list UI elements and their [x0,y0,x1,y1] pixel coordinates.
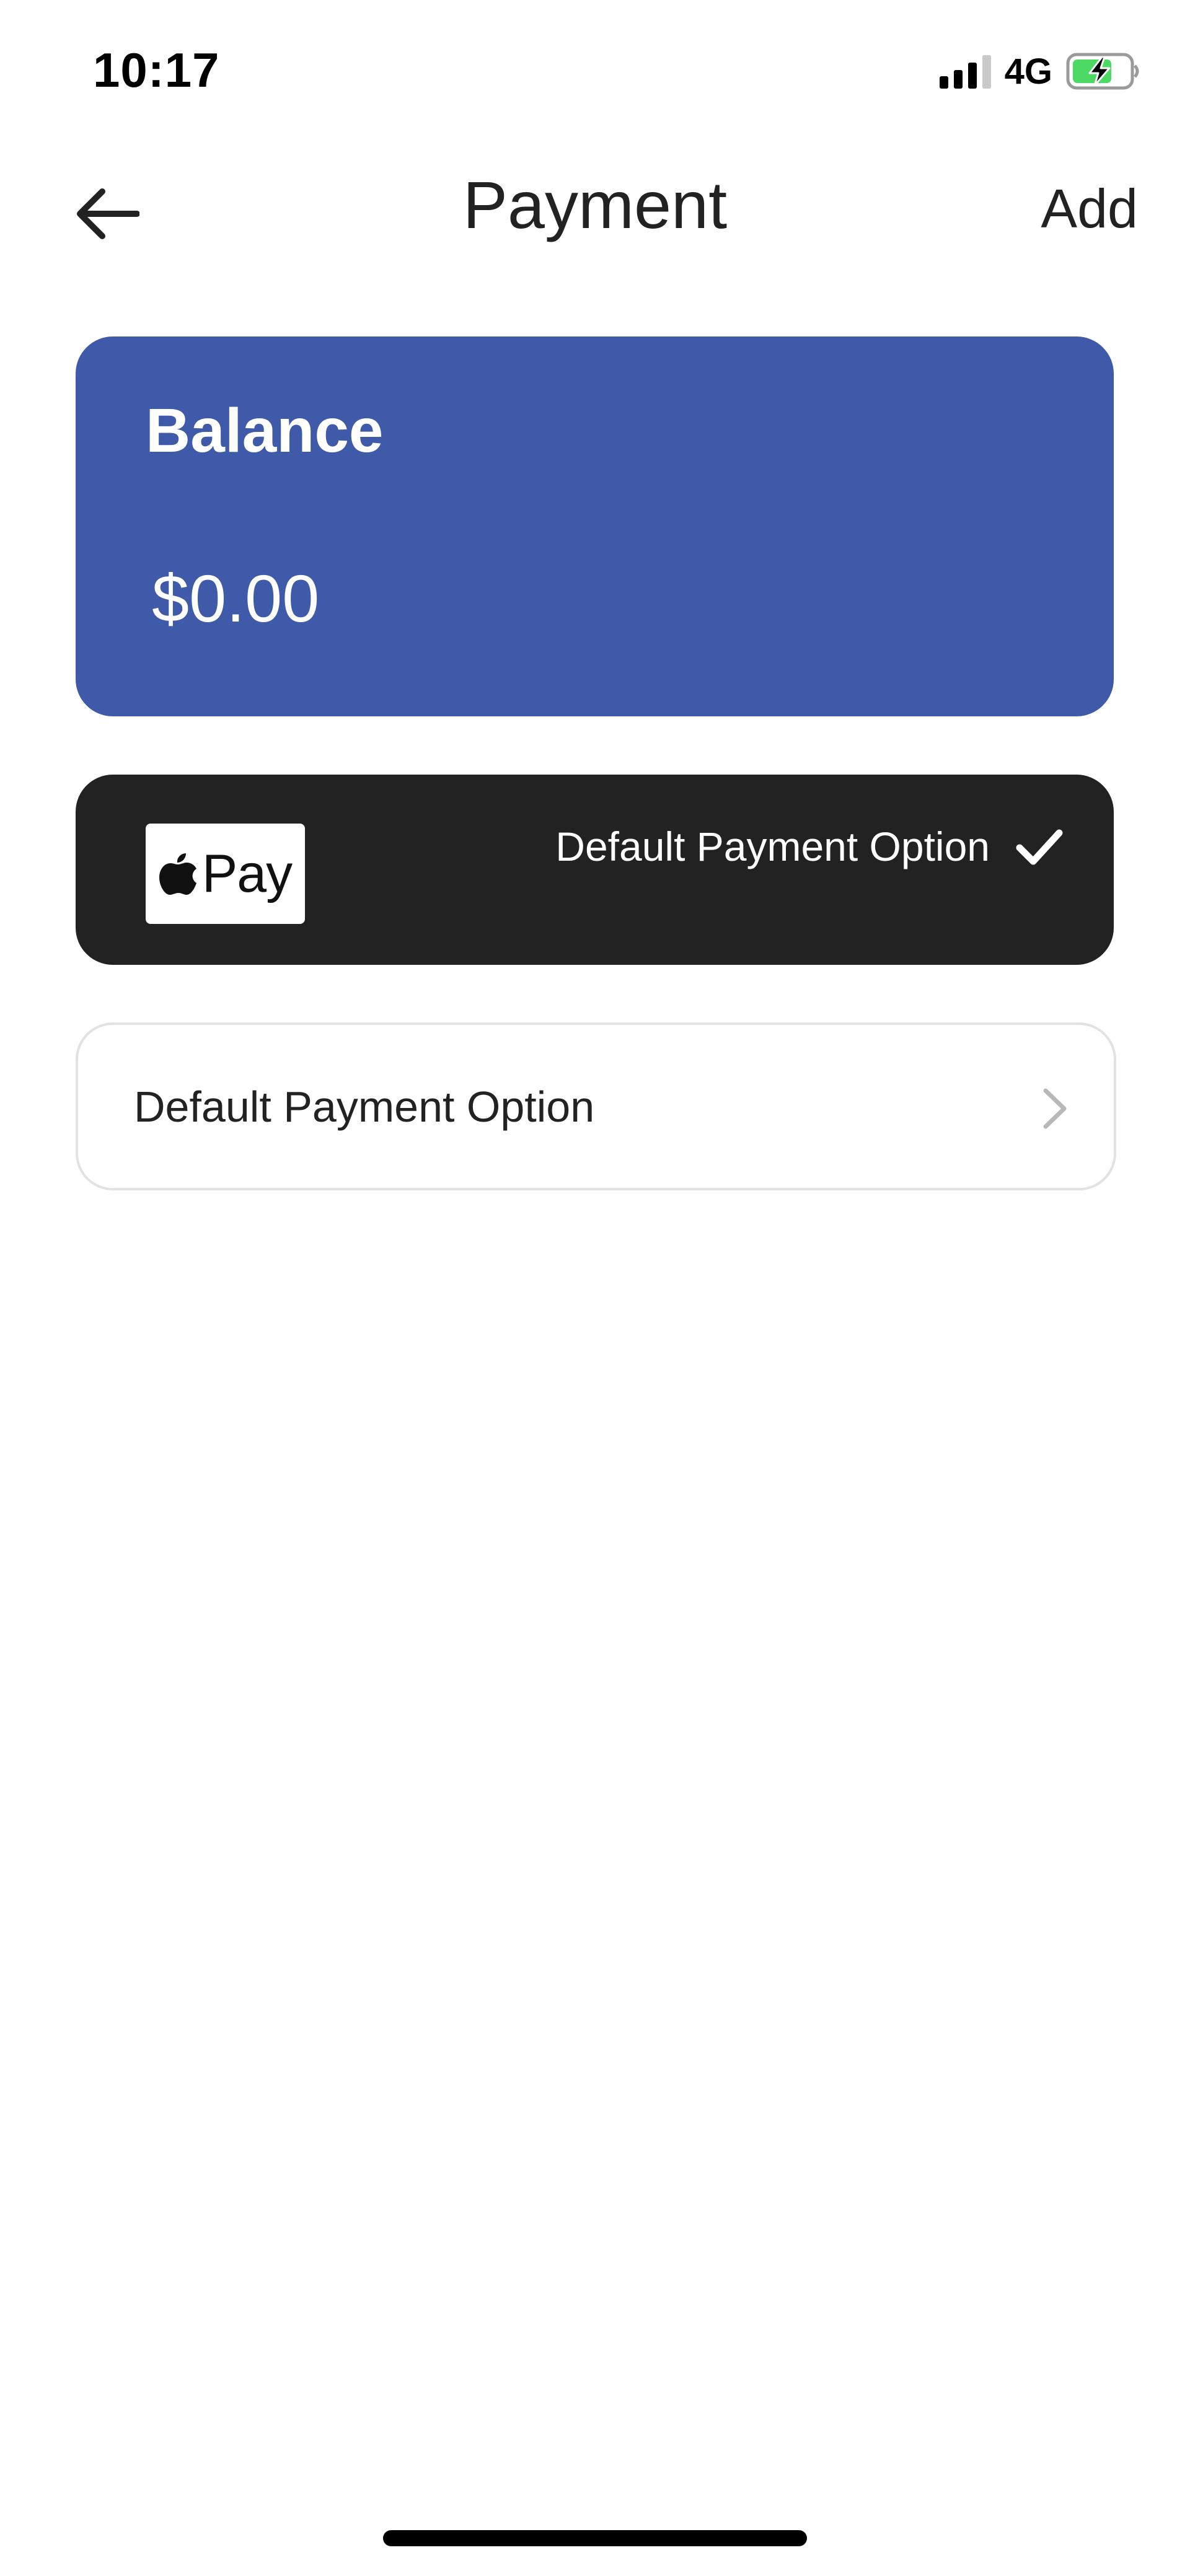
checkmark-icon [1016,829,1063,865]
status-time: 10:17 [93,43,220,97]
balance-label: Balance [146,396,384,465]
default-payment-label: Default Payment Option [555,824,990,869]
apple-logo-icon [159,853,196,895]
apple-pay-card[interactable]: Pay Default Payment Option [76,775,1114,965]
apple-pay-logo: Pay [146,824,305,924]
chevron-right-icon [1043,1088,1067,1129]
balance-card: Balance $0.00 [76,336,1114,716]
payment-screen: 10:17 4G Payment Add Balance $0.00 Pay D… [0,0,1190,2576]
page-title: Payment [462,167,728,242]
status-bar: 10:17 4G [0,0,1190,143]
add-button[interactable]: Add [1041,177,1138,240]
apple-pay-text: Pay [201,843,293,903]
default-payment-option-row[interactable]: Default Payment Option [76,1022,1116,1190]
signal-icon [939,54,991,89]
network-type: 4G [1004,51,1052,92]
status-indicators: 4G [939,50,1140,93]
option-label: Default Payment Option [134,1083,595,1131]
balance-amount: $0.00 [152,561,320,636]
home-indicator[interactable] [383,2530,807,2546]
battery-icon [1066,53,1139,90]
